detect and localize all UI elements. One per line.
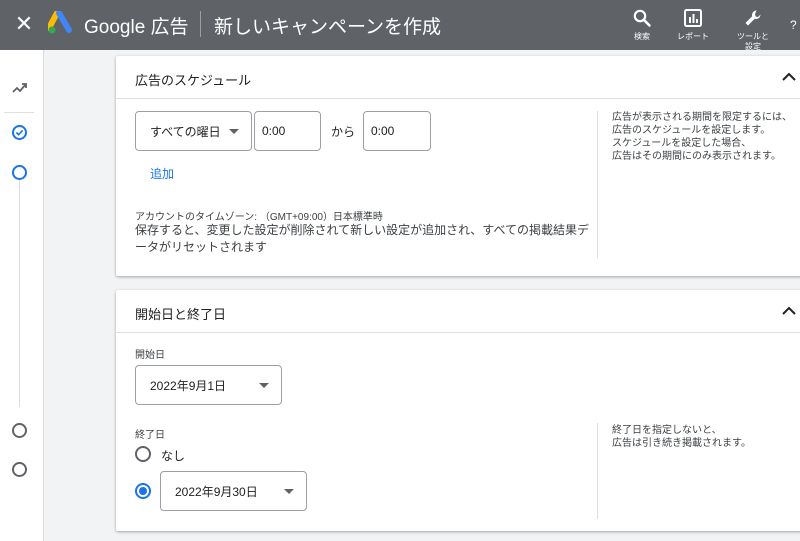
- reset-warning-text: 保存すると、変更した設定が削除されて新しい設定が追加され、すべての掲載結果データ…: [135, 223, 589, 254]
- ad-schedule-header[interactable]: 広告のスケジュール: [116, 56, 800, 99]
- end-date-select[interactable]: 2022年9月30日: [160, 471, 307, 511]
- report-icon: [684, 9, 702, 27]
- start-date-value: 2022年9月1日: [150, 378, 227, 393]
- help-divider: [597, 111, 598, 258]
- step-upcoming[interactable]: [12, 423, 27, 438]
- start-end-date-header[interactable]: 開始日と終了日: [116, 290, 800, 333]
- schedule-help-text: 広告が表示される期間を限定するには、 広告のスケジュールを設定します。 スケジュ…: [612, 112, 792, 162]
- start-end-date-card: 開始日と終了日 開始日 2022年9月1日 終了日 なし 2022年9月30日 …: [116, 290, 800, 531]
- search-icon: [633, 9, 651, 27]
- page-title: 新しいキャンペーンを作成: [214, 17, 442, 38]
- end-date-help-text: 終了日を指定しないと、 広告は引き続き掲載されます。: [612, 425, 751, 449]
- rail-separator: [4, 112, 34, 113]
- tools-label: ツールと 設定: [737, 32, 769, 51]
- step-completed[interactable]: [12, 125, 27, 140]
- ad-schedule-title: 広告のスケジュール: [135, 73, 252, 88]
- step-upcoming[interactable]: [12, 462, 27, 477]
- ad-schedule-card: 広告のスケジュール すべての曜日 0:00 から 0:00 追加 アカウントのタ…: [116, 56, 800, 276]
- search-label: 検索: [634, 32, 650, 41]
- brand-name: Google 広告: [84, 17, 189, 38]
- report-label: レポート: [677, 32, 709, 41]
- dropdown-arrow-icon: [259, 383, 269, 388]
- end-date-value: 2022年9月30日: [175, 484, 258, 499]
- report-button[interactable]: レポート: [677, 8, 709, 42]
- end-time-input[interactable]: 0:00: [363, 111, 431, 151]
- search-button[interactable]: 検索: [632, 8, 652, 42]
- top-app-bar: ✕ Google 広告 新しいキャンペーンを作成 検索 レポート ツールと 設定…: [0, 0, 800, 52]
- start-time-input[interactable]: 0:00: [254, 111, 321, 151]
- end-date-label: 終了日: [135, 430, 165, 441]
- step-current[interactable]: [12, 165, 27, 180]
- check-icon: [15, 129, 24, 136]
- dropdown-arrow-icon: [229, 129, 239, 134]
- start-time-value: 0:00: [262, 124, 286, 138]
- end-none-radio[interactable]: [135, 446, 151, 462]
- close-icon[interactable]: ✕: [10, 10, 38, 38]
- start-date-label: 開始日: [135, 350, 165, 361]
- timezone-text: アカウントのタイムゾーン: （GMT+09:00）日本標準時: [135, 212, 383, 223]
- start-end-date-title: 開始日と終了日: [135, 307, 227, 322]
- help-divider: [597, 423, 598, 519]
- wrench-icon: [745, 10, 761, 26]
- end-date-radio[interactable]: [135, 483, 151, 499]
- chevron-up-icon[interactable]: [780, 302, 798, 320]
- day-of-week-value: すべての曜日: [150, 124, 221, 139]
- start-date-select[interactable]: 2022年9月1日: [135, 365, 282, 405]
- google-ads-logo: [48, 11, 72, 34]
- topbar-divider: [200, 11, 201, 37]
- end-none-label: なし: [161, 449, 186, 463]
- help-icon[interactable]: ?: [790, 18, 800, 32]
- chevron-up-icon[interactable]: [780, 68, 798, 86]
- end-time-value: 0:00: [371, 124, 395, 138]
- tools-settings-button[interactable]: ツールと 設定: [737, 8, 769, 52]
- step-rail: [0, 50, 44, 541]
- add-schedule-link[interactable]: 追加: [150, 165, 174, 182]
- day-of-week-select[interactable]: すべての曜日: [135, 111, 252, 151]
- time-range-separator: から: [331, 125, 356, 139]
- dropdown-arrow-icon: [284, 489, 294, 494]
- rail-progress-line: [19, 175, 20, 407]
- trend-icon[interactable]: [11, 79, 29, 97]
